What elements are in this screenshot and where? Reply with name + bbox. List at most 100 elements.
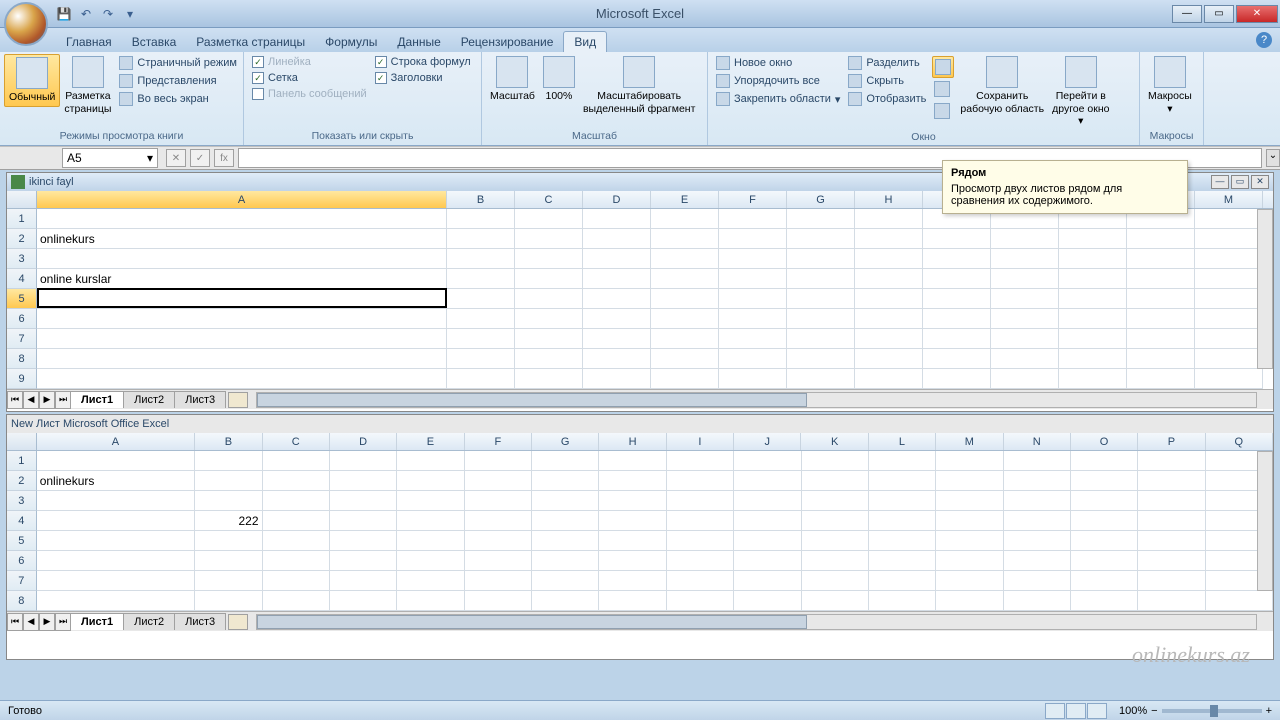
cell[interactable] <box>1127 289 1195 309</box>
cell[interactable] <box>991 309 1059 329</box>
cell[interactable] <box>991 289 1059 309</box>
cell[interactable] <box>447 369 515 389</box>
row-header[interactable]: 7 <box>7 329 37 349</box>
sheet-nav-first[interactable]: ⏮ <box>7 391 23 409</box>
cell[interactable] <box>330 511 397 531</box>
cell[interactable] <box>515 269 583 289</box>
arrange-all-button[interactable]: Упорядочить все <box>712 72 844 90</box>
cell[interactable] <box>37 289 447 309</box>
maximize-button[interactable]: ▭ <box>1204 5 1234 23</box>
cell[interactable] <box>447 229 515 249</box>
page-break-view-button[interactable]: Страничный режим <box>115 54 241 72</box>
cell[interactable] <box>936 471 1003 491</box>
cell[interactable] <box>532 471 599 491</box>
cell[interactable] <box>532 531 599 551</box>
cell[interactable] <box>37 531 195 551</box>
sheet-nav-next[interactable]: ▶ <box>39 391 55 409</box>
cell[interactable] <box>855 349 923 369</box>
cell[interactable] <box>1138 451 1205 471</box>
cell[interactable] <box>734 571 801 591</box>
cell[interactable] <box>263 511 330 531</box>
cell[interactable] <box>37 309 447 329</box>
cell[interactable] <box>195 451 262 471</box>
wb1-minimize[interactable]: — <box>1211 175 1229 189</box>
cell[interactable] <box>991 329 1059 349</box>
cell[interactable] <box>1071 591 1138 611</box>
cell[interactable] <box>991 369 1059 389</box>
cell[interactable] <box>991 349 1059 369</box>
cell[interactable] <box>734 551 801 571</box>
zoom-in-button[interactable]: + <box>1266 705 1272 717</box>
workbook2-titlebar[interactable]: New Лист Microsoft Office Excel <box>7 415 1273 433</box>
cell[interactable] <box>734 491 801 511</box>
cell[interactable] <box>787 349 855 369</box>
cell[interactable] <box>936 551 1003 571</box>
sheet-tab[interactable]: Лист3 <box>174 391 226 408</box>
sheet-tab[interactable]: Лист1 <box>70 391 124 408</box>
cell[interactable] <box>651 369 719 389</box>
column-header[interactable]: H <box>599 433 666 450</box>
sync-scroll-button[interactable] <box>932 78 954 100</box>
sheet-tab[interactable]: Лист3 <box>174 613 226 630</box>
cell[interactable] <box>447 289 515 309</box>
tab-formulas[interactable]: Формулы <box>315 32 387 52</box>
column-header[interactable]: N <box>1004 433 1071 450</box>
cell[interactable] <box>37 451 195 471</box>
sheet-tab[interactable]: Лист2 <box>123 391 175 408</box>
normal-view-button[interactable]: Обычный <box>4 54 60 107</box>
cell[interactable] <box>1127 269 1195 289</box>
redo-icon[interactable]: ↷ <box>98 4 118 24</box>
cell[interactable] <box>1195 269 1263 289</box>
cell[interactable] <box>263 451 330 471</box>
cell[interactable] <box>869 571 936 591</box>
row-header[interactable]: 1 <box>7 451 37 471</box>
cell[interactable] <box>583 269 651 289</box>
cell[interactable] <box>515 249 583 269</box>
wb2-vscroll[interactable] <box>1257 451 1273 591</box>
sheet-nav-next[interactable]: ▶ <box>39 613 55 631</box>
expand-formula-bar[interactable]: ⌄ <box>1266 149 1280 167</box>
cell[interactable] <box>397 511 464 531</box>
wb1-maximize[interactable]: ▭ <box>1231 175 1249 189</box>
qat-customize-icon[interactable]: ▾ <box>120 4 140 24</box>
tab-page-layout[interactable]: Разметка страницы <box>186 32 315 52</box>
zoom-level[interactable]: 100% <box>1119 705 1147 717</box>
cell[interactable] <box>397 551 464 571</box>
cell[interactable] <box>397 491 464 511</box>
cell[interactable] <box>1138 511 1205 531</box>
cell[interactable] <box>802 531 869 551</box>
row-header[interactable]: 3 <box>7 491 37 511</box>
cell[interactable] <box>583 309 651 329</box>
column-header[interactable]: Q <box>1206 433 1273 450</box>
cell[interactable] <box>447 249 515 269</box>
page-layout-view-button[interactable]: Разметка страницы <box>60 54 115 117</box>
cell[interactable] <box>802 511 869 531</box>
cell[interactable] <box>1195 309 1263 329</box>
column-header[interactable]: L <box>869 433 936 450</box>
help-button[interactable]: ? <box>1256 32 1272 48</box>
row-header[interactable]: 1 <box>7 209 37 229</box>
cell[interactable] <box>330 491 397 511</box>
column-header[interactable]: G <box>532 433 599 450</box>
cell[interactable] <box>651 309 719 329</box>
cell[interactable] <box>667 571 734 591</box>
cell[interactable] <box>532 451 599 471</box>
row-header[interactable]: 2 <box>7 229 37 249</box>
cell[interactable] <box>719 269 787 289</box>
cell[interactable] <box>1071 531 1138 551</box>
cell[interactable] <box>1004 511 1071 531</box>
sheet-nav-last[interactable]: ⏭ <box>55 613 71 631</box>
cell[interactable] <box>869 591 936 611</box>
row-header[interactable]: 5 <box>7 289 37 309</box>
row-header[interactable]: 8 <box>7 591 37 611</box>
cell[interactable] <box>1195 349 1263 369</box>
column-header[interactable]: I <box>667 433 734 450</box>
cell[interactable] <box>447 209 515 229</box>
cell[interactable] <box>787 209 855 229</box>
new-sheet-button[interactable] <box>228 392 248 408</box>
hide-button[interactable]: Скрыть <box>844 72 930 90</box>
wb1-vscroll[interactable] <box>1257 209 1273 369</box>
cell[interactable] <box>667 491 734 511</box>
row-header[interactable]: 9 <box>7 369 37 389</box>
column-header[interactable]: B <box>195 433 262 450</box>
